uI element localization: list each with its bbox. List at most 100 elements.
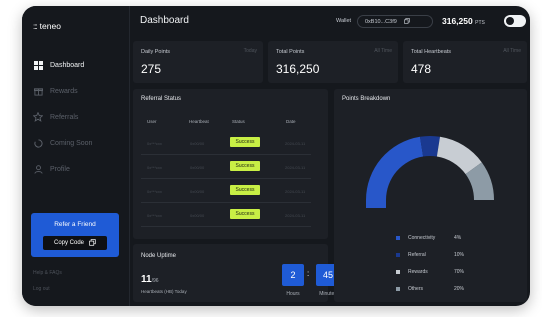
sidebar-item-profile[interactable]: Profile: [22, 156, 130, 182]
legend-percent: 20%: [454, 286, 465, 292]
legend-swatch: [396, 236, 400, 240]
sidebar-item-label: Profile: [50, 165, 70, 173]
wallet-label: Wallet: [336, 18, 352, 24]
table-row: 0x***cxx 0x00/00 Success 2024-03-11: [141, 179, 311, 203]
cell-date: 2024-03-11: [285, 141, 306, 146]
sidebar-item-rewards[interactable]: Rewards: [22, 78, 130, 104]
stat-card-total-points: Total Points All Time 316,250: [268, 41, 398, 83]
column-header-date: Date: [286, 119, 296, 124]
legend-percent: 70%: [454, 269, 465, 275]
stat-label: Total Points: [276, 49, 305, 55]
uptime-unit: /96: [151, 278, 159, 284]
points-breakdown-title: Points Breakdown: [342, 96, 391, 102]
logo-icon: :::: [33, 21, 38, 31]
points-unit: PTS: [475, 20, 485, 26]
hours-value: 2: [282, 264, 304, 286]
table-row: 0x***cxx 0x00/00 Success 2024-03-11: [141, 131, 311, 155]
stat-tag: Today: [243, 48, 257, 54]
cell-date: 2024-03-11: [285, 189, 306, 194]
gauge-segment-referral: [419, 136, 441, 157]
legend-percent: 10%: [454, 252, 465, 258]
copy-code-label: Copy Code: [53, 240, 85, 246]
hours-label: Hours: [286, 291, 300, 297]
help-faqs-link[interactable]: Help & FAQs: [33, 270, 62, 276]
referral-status-title: Referral Status: [141, 96, 182, 102]
stat-tag: All Time: [374, 48, 392, 54]
legend-item-referral: Referral 10%: [396, 252, 464, 258]
grid-icon: [33, 60, 43, 70]
copy-icon[interactable]: [403, 17, 410, 26]
refer-friend-card: Refer a Friend Copy Code: [31, 213, 119, 257]
stat-value: 275: [141, 62, 162, 76]
logo-text: teneo: [39, 21, 61, 31]
star-icon: [33, 112, 43, 122]
sidebar-item-dashboard[interactable]: Dashboard: [22, 52, 130, 78]
points-total-value: 316,250: [442, 16, 473, 26]
sidebar: ::: teneo Dashboard Rewards Referrals Co…: [22, 6, 130, 306]
logo[interactable]: ::: teneo: [33, 21, 61, 31]
stat-label: Daily Points: [141, 49, 171, 55]
user-icon: [33, 164, 43, 174]
cell-heartbeat: 0x00/00: [190, 141, 205, 146]
app-window: ::: teneo Dashboard Rewards Referrals Co…: [22, 6, 530, 306]
legend-item-rewards: Rewards 70%: [396, 269, 464, 275]
gift-icon: [33, 86, 43, 96]
cell-heartbeat: 0x00/00: [190, 213, 205, 218]
refer-friend-title: Refer a Friend: [54, 221, 96, 228]
copy-code-button[interactable]: Copy Code: [43, 236, 107, 250]
legend-swatch: [396, 287, 400, 291]
cell-date: 2024-03-11: [285, 213, 306, 218]
stat-value: 316,250: [276, 62, 320, 76]
sidebar-item-referrals[interactable]: Referrals: [22, 104, 130, 130]
legend-swatch: [396, 253, 400, 257]
loading-icon: [33, 138, 43, 148]
toggle-knob: [506, 17, 514, 25]
logout-link[interactable]: Log out: [33, 286, 50, 292]
node-uptime-title: Node Uptime: [141, 253, 177, 259]
copy-icon: [89, 238, 96, 248]
theme-toggle[interactable]: [504, 15, 526, 27]
stat-value: 478: [411, 62, 432, 76]
table-row: 0x***cxx 0x00/00 Success 2024-03-11: [141, 155, 311, 179]
status-badge: Success: [230, 185, 260, 195]
gauge-start-cap: [366, 200, 386, 208]
column-header-heartbeat: Heartbeat: [189, 119, 209, 124]
stat-tag: All Time: [503, 48, 521, 54]
status-badge: Success: [230, 161, 260, 171]
column-header-status: Status: [232, 119, 245, 124]
node-uptime-panel: Node Uptime 11/96 Heartbeats (HB) Today …: [133, 244, 340, 302]
table-row: 0x***cxx 0x00/00 Success 2024-03-11: [141, 203, 311, 227]
page-title: Dashboard: [140, 15, 189, 26]
legend-label: Rewards: [408, 269, 428, 275]
legend-label: Others: [408, 286, 424, 292]
legend-percent: 4%: [454, 235, 462, 241]
cell-user: 0x***cxx: [147, 165, 162, 170]
sidebar-item-coming-soon[interactable]: Coming Soon: [22, 130, 130, 156]
wallet-address: 0xB10...C3f9: [365, 18, 397, 25]
status-badge: Success: [230, 209, 260, 219]
sidebar-item-label: Dashboard: [50, 61, 85, 69]
legend-swatch: [396, 270, 400, 274]
stat-card-total-heartbeats: Total Heartbeats All Time 478: [403, 41, 527, 83]
sidebar-item-label: Referrals: [50, 113, 79, 121]
wallet-address-field[interactable]: 0xB10...C3f9: [357, 15, 433, 28]
uptime-subtitle: Heartbeats (HB) Today: [141, 289, 187, 294]
time-separator: :: [307, 269, 310, 278]
stat-card-daily-points: Daily Points Today 275: [133, 41, 263, 83]
uptime-count: 11: [141, 274, 152, 285]
cell-date: 2024-03-11: [285, 165, 306, 170]
legend-item-others: Others 20%: [396, 286, 464, 292]
cell-heartbeat: 0x00/00: [190, 189, 205, 194]
cell-user: 0x***cxx: [147, 213, 162, 218]
uptime-value: 11/96: [141, 274, 159, 285]
points-breakdown-gauge: [366, 136, 494, 208]
sidebar-item-label: Coming Soon: [50, 139, 93, 147]
legend-label: Connectivity: [408, 235, 436, 241]
column-header-user: User: [147, 119, 157, 124]
stat-label: Total Heartbeats: [411, 49, 452, 55]
sidebar-nav: Dashboard Rewards Referrals Coming Soon: [22, 52, 130, 182]
top-bar: Dashboard Wallet 0xB10...C3f9 316,250 PT…: [130, 6, 530, 38]
status-badge: Success: [230, 137, 260, 147]
cell-user: 0x***cxx: [147, 141, 162, 146]
legend-item-connectivity: Connectivity 4%: [396, 235, 461, 241]
